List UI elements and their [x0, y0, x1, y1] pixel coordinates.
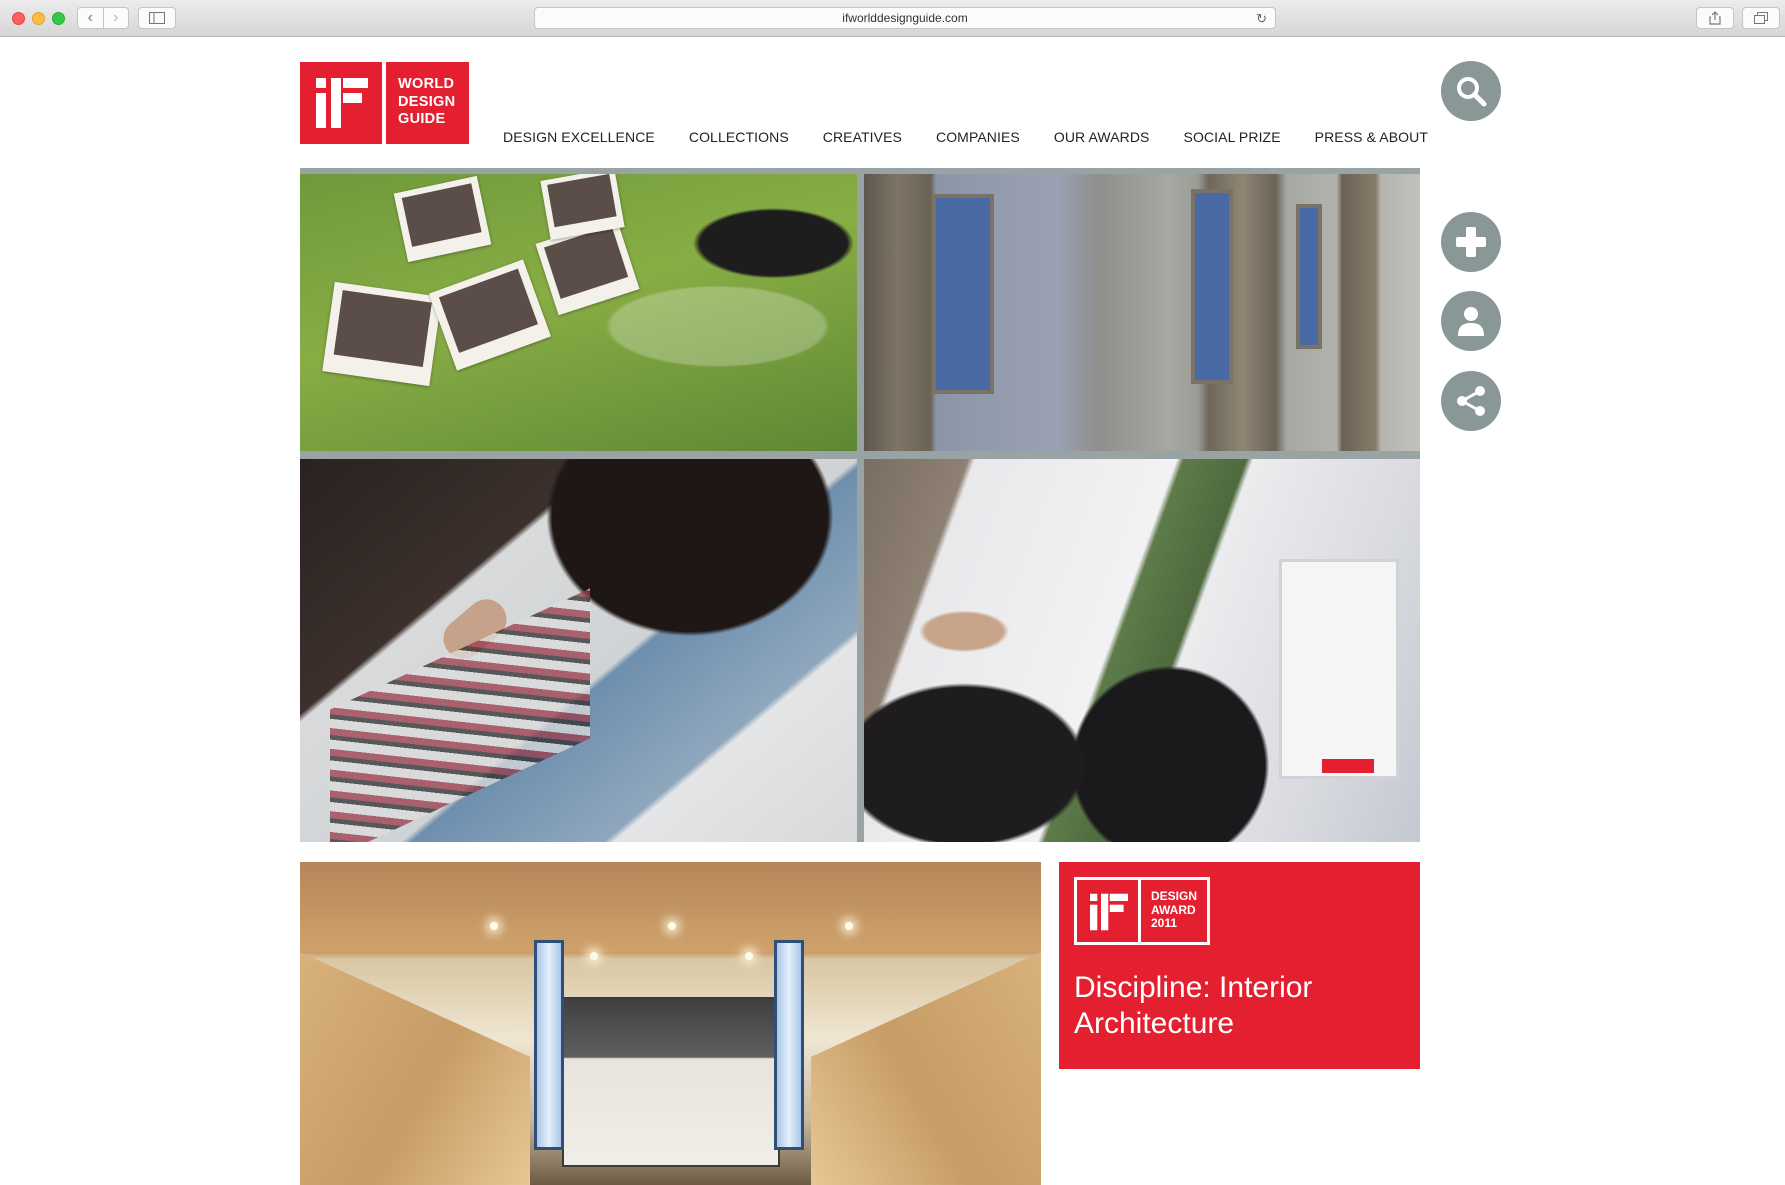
- lobby-ceiling: [300, 862, 1041, 952]
- logo-divider: [382, 62, 386, 144]
- history-nav: ‹ ›: [77, 7, 129, 29]
- ceiling-light: [490, 922, 498, 930]
- logo-line-2: DESIGN: [398, 93, 456, 110]
- badge-line-2: AWARD: [1151, 902, 1196, 917]
- display-panel: [1191, 189, 1233, 384]
- lobby-wall-right: [811, 952, 1041, 1185]
- badge-divider: [1138, 880, 1141, 942]
- nav-press-about[interactable]: PRESS & ABOUT: [1315, 129, 1428, 145]
- share-toolbar-button[interactable]: [1696, 7, 1734, 29]
- main-navigation: DESIGN EXCELLENCE COLLECTIONS CREATIVES …: [503, 129, 1462, 145]
- polaroid-print: [322, 281, 442, 387]
- search-icon: [1457, 77, 1487, 107]
- site-logo[interactable]: WORLD DESIGN GUIDE: [300, 62, 469, 144]
- tabs-icon: [1754, 12, 1768, 24]
- gallery-photo-touch-table[interactable]: [300, 459, 857, 842]
- window-minimize-button[interactable]: [32, 12, 45, 25]
- browser-toolbar: ‹ › ifworlddesignguide.com ↻: [0, 0, 1785, 37]
- window-zoom-button[interactable]: [52, 12, 65, 25]
- plus-icon: [1456, 227, 1486, 257]
- back-button[interactable]: ‹: [78, 8, 103, 28]
- display-panel: [932, 194, 994, 394]
- logo-line-3: GUIDE: [398, 111, 446, 127]
- if-design-award-badge: DESIGN AWARD 2011: [1074, 877, 1210, 945]
- url-text: ifworlddesignguide.com: [842, 11, 968, 25]
- share-icon: [1457, 386, 1485, 416]
- gallery-photo-visitors[interactable]: [864, 459, 1420, 842]
- logo-line-1: WORLD: [398, 76, 455, 92]
- address-bar[interactable]: ifworlddesignguide.com ↻: [534, 7, 1276, 29]
- nav-companies[interactable]: COMPANIES: [936, 129, 1020, 145]
- ceiling-light: [745, 952, 753, 960]
- nav-our-awards[interactable]: OUR AWARDS: [1054, 129, 1150, 145]
- forward-button[interactable]: ›: [102, 8, 129, 28]
- gallery-photo-lobby[interactable]: [300, 862, 1041, 1185]
- badge-line-1: DESIGN: [1151, 889, 1198, 903]
- award-info-card: DESIGN AWARD 2011 Discipline: Interior A…: [1059, 862, 1420, 1069]
- add-button[interactable]: [1441, 212, 1501, 272]
- search-button[interactable]: [1441, 61, 1501, 121]
- window-close-button[interactable]: [12, 12, 25, 25]
- gallery-photo-polaroids[interactable]: [300, 174, 857, 451]
- display-panel: [1296, 204, 1322, 349]
- lobby-column-left: [534, 940, 564, 1150]
- badge-year: 2011: [1151, 916, 1178, 930]
- share-button[interactable]: [1441, 371, 1501, 431]
- polaroid-print: [393, 175, 492, 263]
- ceiling-light: [845, 922, 853, 930]
- account-button[interactable]: [1441, 291, 1501, 351]
- kiosk-screen: [1279, 559, 1399, 779]
- ceiling-light: [668, 922, 676, 930]
- sidebar-toggle-button[interactable]: [138, 7, 176, 29]
- nav-collections[interactable]: COLLECTIONS: [689, 129, 789, 145]
- nav-social-prize[interactable]: SOCIAL PRIZE: [1184, 129, 1281, 145]
- if-logo-mark: [316, 78, 368, 128]
- polaroid-print: [428, 259, 552, 371]
- badge-text: DESIGN AWARD 2011: [1151, 889, 1198, 931]
- sidebar-icon: [149, 12, 165, 24]
- logo-wordmark: WORLD DESIGN GUIDE: [398, 76, 455, 129]
- nav-creatives[interactable]: CREATIVES: [823, 129, 902, 145]
- lobby-entrance: [562, 997, 780, 1167]
- tab-overview-button[interactable]: [1742, 7, 1780, 29]
- lobby-column-right: [774, 940, 804, 1150]
- if-award-mark: [1090, 893, 1128, 931]
- user-icon: [1458, 307, 1484, 336]
- kiosk-red-label: [1322, 759, 1374, 773]
- ceiling-light: [590, 952, 598, 960]
- share-toolbar-icon: [1709, 11, 1721, 25]
- gallery-photo-tree-displays[interactable]: [864, 174, 1420, 451]
- lobby-wall-left: [300, 952, 530, 1185]
- reload-button[interactable]: ↻: [1256, 11, 1267, 27]
- nav-design-excellence[interactable]: DESIGN EXCELLENCE: [503, 129, 655, 145]
- discipline-title: Discipline: Interior Architecture: [1074, 971, 1313, 1040]
